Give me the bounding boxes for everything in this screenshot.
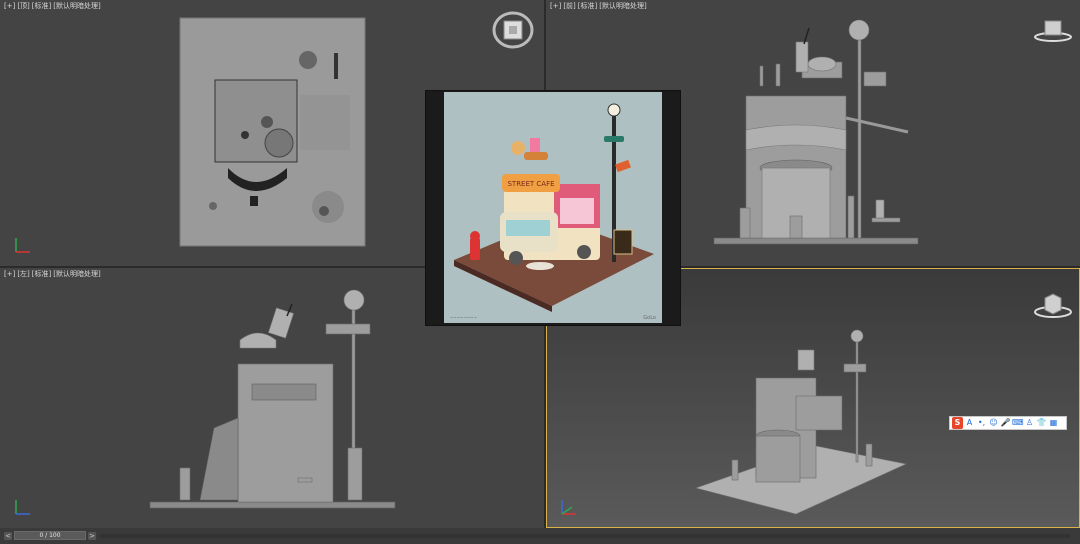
svg-text:GoLo: GoLo bbox=[643, 315, 656, 321]
time-slider[interactable]: 0 / 100 bbox=[14, 531, 86, 540]
microphone-icon[interactable]: 🎤 bbox=[1000, 417, 1011, 429]
emoji-icon[interactable]: ☺ bbox=[988, 417, 999, 429]
viewport-label[interactable]: [+] [前] [标准] [默认明暗处理] bbox=[550, 1, 649, 11]
street-cafe-reference-image: STREET CAFE ~~~~~~~~ GoLo bbox=[444, 92, 662, 323]
axis-gizmo-icon bbox=[561, 500, 576, 515]
next-frame-button[interactable]: > bbox=[88, 532, 96, 540]
viewport-label[interactable]: [+] [顶] [标准] [默认明暗处理] bbox=[4, 1, 103, 11]
language-mode-icon[interactable]: A bbox=[964, 417, 975, 429]
axis-gizmo-icon bbox=[15, 500, 30, 515]
svg-text:STREET CAFE: STREET CAFE bbox=[507, 180, 554, 188]
timeline-bar: < 0 / 100 > bbox=[0, 528, 1080, 544]
viewcube-icon[interactable] bbox=[1033, 290, 1073, 320]
skin-icon[interactable]: 👕 bbox=[1036, 417, 1047, 429]
punctuation-icon[interactable]: •, bbox=[976, 417, 987, 429]
reference-image-window[interactable]: STREET CAFE ~~~~~~~~ GoLo bbox=[425, 90, 681, 326]
user-icon[interactable]: ♙ bbox=[1024, 417, 1035, 429]
viewcube-icon[interactable] bbox=[492, 10, 534, 50]
timeline-track[interactable] bbox=[100, 534, 1070, 538]
viewcube-icon[interactable] bbox=[1033, 16, 1073, 44]
svg-text:~~~~~~~~: ~~~~~~~~ bbox=[450, 315, 477, 320]
sogou-logo-icon[interactable]: S bbox=[952, 417, 963, 429]
ime-toolbar[interactable]: S A •, ☺ 🎤 ⌨ ♙ 👕 ▦ bbox=[949, 416, 1067, 430]
viewport-label[interactable]: [+] [左] [标准] [默认明暗处理] bbox=[4, 269, 103, 279]
axis-gizmo-icon bbox=[15, 238, 30, 253]
keyboard-icon[interactable]: ⌨ bbox=[1012, 417, 1024, 429]
prev-frame-button[interactable]: < bbox=[4, 532, 12, 540]
menu-grid-icon[interactable]: ▦ bbox=[1048, 417, 1059, 429]
